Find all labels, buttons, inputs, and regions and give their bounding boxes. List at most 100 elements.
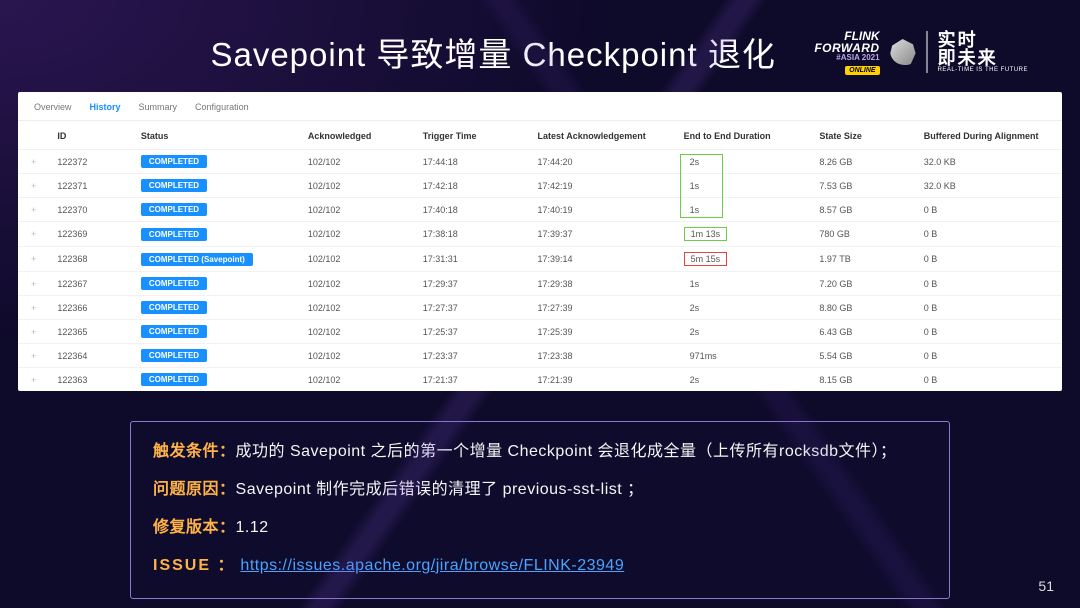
cell-trigger: 17:31:31 bbox=[415, 247, 530, 272]
cell-trigger: 17:23:37 bbox=[415, 344, 530, 368]
tab-overview[interactable]: Overview bbox=[34, 102, 72, 112]
row-expander[interactable]: + bbox=[18, 150, 49, 174]
tabs: Overview History Summary Configuration bbox=[18, 92, 1062, 121]
cell-buffered: 0 B bbox=[916, 320, 1062, 344]
online-badge: ONLINE bbox=[845, 66, 879, 75]
duration-value: 2s bbox=[684, 302, 706, 314]
cell-ack: 102/102 bbox=[300, 174, 415, 198]
cell-status: COMPLETED bbox=[133, 198, 300, 222]
status-badge: COMPLETED bbox=[141, 325, 207, 338]
info-cause: 问题原因：Savepoint 制作完成后错误的清理了 previous-sst-… bbox=[153, 478, 927, 502]
table-row: +122369COMPLETED102/10217:38:1817:39:371… bbox=[18, 222, 1062, 247]
cell-buffered: 0 B bbox=[916, 344, 1062, 368]
cell-ack: 102/102 bbox=[300, 150, 415, 174]
table-row: +122372COMPLETED102/10217:44:1817:44:202… bbox=[18, 150, 1062, 174]
status-badge: COMPLETED (Savepoint) bbox=[141, 253, 253, 266]
cell-size: 6.43 GB bbox=[811, 320, 915, 344]
table-row: +122366COMPLETED102/10217:27:3717:27:392… bbox=[18, 296, 1062, 320]
cell-buffered: 0 B bbox=[916, 198, 1062, 222]
cell-latest: 17:29:38 bbox=[530, 272, 676, 296]
cell-id: 122365 bbox=[49, 320, 133, 344]
squirrel-icon bbox=[890, 39, 916, 65]
cell-status: COMPLETED bbox=[133, 174, 300, 198]
table-row: +122371COMPLETED102/10217:42:1817:42:191… bbox=[18, 174, 1062, 198]
table-row: +122365 COMPLETED 102/10217:25:3717:25:39 2… bbox=[18, 320, 1062, 344]
col-header: ID bbox=[49, 121, 133, 150]
col-header: Latest Acknowledgement bbox=[530, 121, 676, 150]
cell-size: 8.15 GB bbox=[811, 368, 915, 392]
cell-buffered: 0 B bbox=[916, 296, 1062, 320]
issue-link[interactable]: https://issues.apache.org/jira/browse/FL… bbox=[240, 557, 624, 574]
duration-value: 1s bbox=[684, 204, 706, 216]
row-expander[interactable]: + bbox=[18, 247, 49, 272]
cell-size: 5.54 GB bbox=[811, 344, 915, 368]
status-badge: COMPLETED bbox=[141, 301, 207, 314]
checkpoint-table: IDStatusAcknowledgedTrigger TimeLatest A… bbox=[18, 121, 1062, 391]
cell-duration: 971ms bbox=[676, 344, 812, 368]
cell-id: 122366 bbox=[49, 296, 133, 320]
cell-id: 122372 bbox=[49, 150, 133, 174]
col-header: Buffered During Alignment bbox=[916, 121, 1062, 150]
col-header: Trigger Time bbox=[415, 121, 530, 150]
cell-status: COMPLETED bbox=[133, 150, 300, 174]
cell-buffered: 32.0 KB bbox=[916, 150, 1062, 174]
cell-status: COMPLETED bbox=[133, 296, 300, 320]
status-badge: COMPLETED bbox=[141, 155, 207, 168]
cell-latest: 17:25:39 bbox=[530, 320, 676, 344]
cell-latest: 17:27:39 bbox=[530, 296, 676, 320]
row-expander[interactable]: + bbox=[18, 368, 49, 392]
row-expander[interactable]: + bbox=[18, 174, 49, 198]
cell-buffered: 0 B bbox=[916, 247, 1062, 272]
row-expander[interactable]: + bbox=[18, 320, 49, 344]
status-badge: COMPLETED bbox=[141, 349, 207, 362]
col-header bbox=[18, 121, 49, 150]
tab-configuration[interactable]: Configuration bbox=[195, 102, 249, 112]
cell-buffered: 32.0 KB bbox=[916, 174, 1062, 198]
cell-trigger: 17:29:37 bbox=[415, 272, 530, 296]
row-expander[interactable]: + bbox=[18, 222, 49, 247]
cell-size: 7.53 GB bbox=[811, 174, 915, 198]
cell-latest: 17:39:14 bbox=[530, 247, 676, 272]
cell-buffered: 0 B bbox=[916, 272, 1062, 296]
info-box: 触发条件：成功的 Savepoint 之后的第一个增量 Checkpoint 会… bbox=[130, 421, 950, 599]
cell-status: COMPLETED (Savepoint) bbox=[133, 247, 300, 272]
cell-ack: 102/102 bbox=[300, 368, 415, 392]
cell-id: 122363 bbox=[49, 368, 133, 392]
duration-value: 1m 13s bbox=[684, 227, 728, 241]
duration-value: 971ms bbox=[684, 350, 723, 362]
cell-trigger: 17:38:18 bbox=[415, 222, 530, 247]
cell-ack: 102/102 bbox=[300, 320, 415, 344]
cell-trigger: 17:40:18 bbox=[415, 198, 530, 222]
cell-duration: 1s bbox=[676, 272, 812, 296]
cell-latest: 17:39:37 bbox=[530, 222, 676, 247]
cell-size: 8.80 GB bbox=[811, 296, 915, 320]
cell-duration: 2s bbox=[676, 296, 812, 320]
table-row: +122363COMPLETED102/10217:21:3717:21:392… bbox=[18, 368, 1062, 392]
row-expander[interactable]: + bbox=[18, 272, 49, 296]
col-header: Acknowledged bbox=[300, 121, 415, 150]
tab-history[interactable]: History bbox=[90, 102, 121, 112]
slide-title: Savepoint 导致增量 Checkpoint 退化 bbox=[172, 28, 814, 76]
table-header-row: IDStatusAcknowledgedTrigger TimeLatest A… bbox=[18, 121, 1062, 150]
slide-header: Savepoint 导致增量 Checkpoint 退化 FLINK FORWA… bbox=[0, 0, 1080, 84]
row-expander[interactable]: + bbox=[18, 296, 49, 320]
cell-ack: 102/102 bbox=[300, 222, 415, 247]
cell-id: 122369 bbox=[49, 222, 133, 247]
status-badge: COMPLETED bbox=[141, 203, 207, 216]
table-body: +122372COMPLETED102/10217:44:1817:44:202… bbox=[18, 150, 1062, 392]
duration-value: 2s bbox=[684, 326, 706, 338]
cell-size: 1.97 TB bbox=[811, 247, 915, 272]
cell-trigger: 17:42:18 bbox=[415, 174, 530, 198]
row-expander[interactable]: + bbox=[18, 344, 49, 368]
duration-value: 1s bbox=[684, 278, 706, 290]
cell-duration: 1s bbox=[676, 174, 812, 198]
cell-id: 122367 bbox=[49, 272, 133, 296]
cell-size: 8.57 GB bbox=[811, 198, 915, 222]
tab-summary[interactable]: Summary bbox=[139, 102, 178, 112]
cell-trigger: 17:25:37 bbox=[415, 320, 530, 344]
info-issue: ISSUE ： https://issues.apache.org/jira/b… bbox=[153, 554, 927, 578]
cell-id: 122364 bbox=[49, 344, 133, 368]
cell-latest: 17:44:20 bbox=[530, 150, 676, 174]
checkpoint-panel: Overview History Summary Configuration IDSt… bbox=[18, 92, 1062, 391]
row-expander[interactable]: + bbox=[18, 198, 49, 222]
